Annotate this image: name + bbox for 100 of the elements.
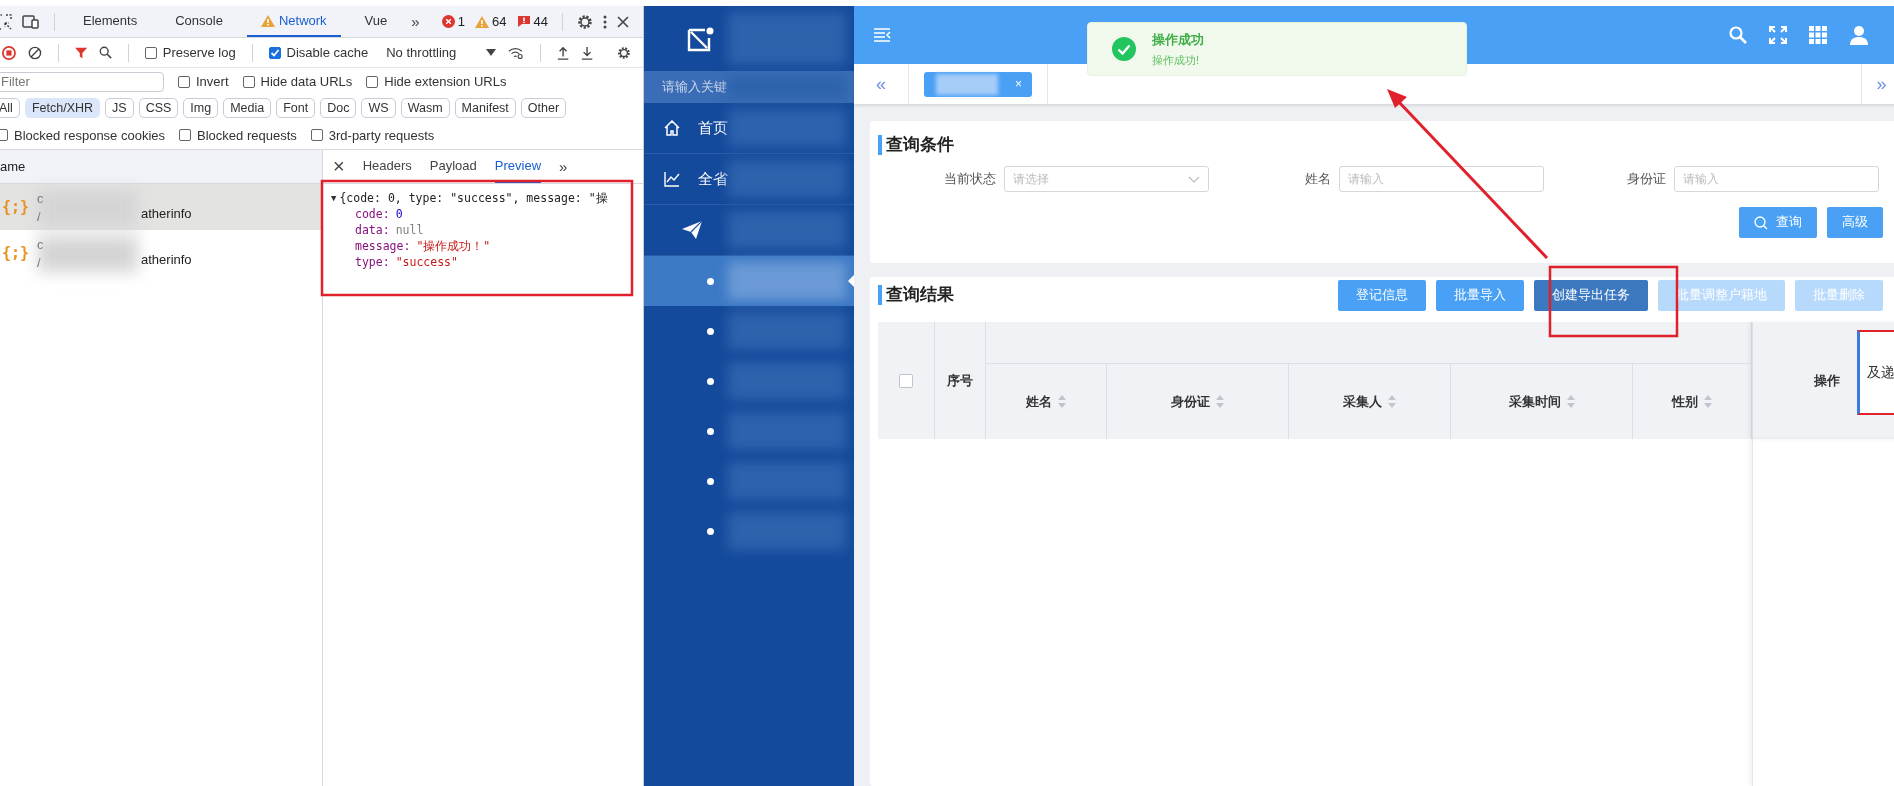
logo-icon xyxy=(687,25,715,52)
expand-toggle[interactable]: ▼ xyxy=(331,190,337,206)
select-all-checkbox[interactable] xyxy=(899,373,913,388)
menu-icon[interactable] xyxy=(874,28,891,42)
json-value: 0 xyxy=(395,206,403,222)
menu-item[interactable]: 首页 xyxy=(644,103,854,154)
settings-icon[interactable] xyxy=(617,44,632,61)
toast-message: 操作成功! xyxy=(1152,52,1201,68)
section-title: 查询结果 xyxy=(878,285,954,305)
type-filter-chip[interactable]: Wasm xyxy=(400,98,450,118)
json-key: message: xyxy=(355,238,411,254)
blocked-checkbox[interactable]: Blocked requests xyxy=(179,127,297,143)
paper-plane-icon xyxy=(682,221,702,239)
submenu-item[interactable] xyxy=(644,256,854,306)
filter-field[interactable]: Filter xyxy=(0,71,164,92)
device-icon[interactable] xyxy=(22,13,40,30)
filter-checkbox[interactable]: Hide data URLs xyxy=(242,74,353,89)
grid-icon[interactable] xyxy=(1809,26,1827,44)
blocked-checkbox[interactable]: Blocked response cookies xyxy=(0,127,166,143)
throttling-dropdown[interactable]: No throttling xyxy=(386,45,497,60)
table-header-cell: 序号 xyxy=(935,322,986,439)
filter-checkbox[interactable]: Hide extension URLs xyxy=(366,74,507,89)
type-filter-chip[interactable]: WS xyxy=(361,98,396,118)
inspect-icon[interactable] xyxy=(0,13,12,30)
download-icon[interactable] xyxy=(581,44,594,61)
column-header[interactable]: 采集人 xyxy=(1289,364,1451,439)
json-key: data: xyxy=(355,222,390,238)
more-tabs-button[interactable]: » xyxy=(559,158,568,175)
close-icon[interactable] xyxy=(617,15,629,28)
column-header[interactable]: 姓名 xyxy=(986,364,1107,439)
detail-tab[interactable]: Payload xyxy=(429,150,477,183)
type-filter-chip[interactable]: Doc xyxy=(320,98,357,118)
check-icon xyxy=(269,47,280,58)
filter-icon[interactable] xyxy=(74,45,87,60)
type-filter-chip[interactable]: Manifest xyxy=(454,98,516,118)
column-header[interactable]: 性别 xyxy=(1633,364,1752,439)
column-header[interactable]: 身份证 xyxy=(1107,364,1289,439)
sort-icon[interactable] xyxy=(1704,395,1712,408)
column-header[interactable]: 采集时间 xyxy=(1451,364,1633,439)
more-tabs-button[interactable]: » xyxy=(411,13,420,30)
type-filter-chip[interactable]: JS xyxy=(105,98,134,118)
search-icon[interactable] xyxy=(98,45,112,60)
name-column-header[interactable]: ame xyxy=(0,150,322,184)
search-icon xyxy=(1754,215,1768,230)
sort-icon[interactable] xyxy=(1058,395,1066,408)
bullet-icon xyxy=(707,377,714,385)
bullet-icon xyxy=(707,427,714,435)
error-count: 1 xyxy=(457,14,466,29)
type-filter-chip[interactable]: Font xyxy=(276,98,316,118)
bullet-icon xyxy=(707,527,714,535)
request-type-icon: {;} xyxy=(2,198,30,216)
menu-item[interactable]: 全省 xyxy=(644,154,854,205)
input-field[interactable]: 请输入 xyxy=(1339,166,1544,192)
sort-icon[interactable] xyxy=(1216,395,1224,408)
menu-search-field[interactable]: 请输入关键 xyxy=(644,71,854,103)
panel-tab[interactable]: Vue xyxy=(350,6,402,37)
blocked-checkbox[interactable]: 3rd-party requests xyxy=(310,127,435,143)
input-field[interactable]: 请输入 xyxy=(1674,166,1879,192)
record-icon[interactable] xyxy=(2,44,16,61)
error-icon xyxy=(441,15,455,28)
settings-icon[interactable] xyxy=(577,13,593,30)
type-filter-chip[interactable]: Img xyxy=(183,98,219,118)
filter-checkbox[interactable]: Invert xyxy=(178,74,229,89)
json-key: type: xyxy=(355,254,390,270)
sort-icon[interactable] xyxy=(1388,395,1396,408)
section-title: 查询条件 xyxy=(878,135,954,155)
json-value: null xyxy=(395,222,424,238)
fullscreen-icon[interactable] xyxy=(1769,26,1787,44)
json-value: "操作成功！" xyxy=(416,238,491,254)
detail-tab[interactable]: Preview xyxy=(494,150,542,183)
home-icon xyxy=(664,120,680,136)
panel-tab[interactable]: Elements xyxy=(69,6,152,37)
close-button[interactable]: × xyxy=(333,155,345,178)
disable-cache-checkbox[interactable]: Disable cache xyxy=(268,45,369,60)
type-filter-chip[interactable]: Media xyxy=(223,98,272,118)
user-icon[interactable] xyxy=(1849,25,1869,45)
request-path: / xyxy=(37,254,42,270)
sort-icon[interactable] xyxy=(1566,395,1575,408)
action-button[interactable]: 创建导出任务 xyxy=(1534,279,1648,311)
request-path: atherinfo xyxy=(141,206,192,221)
request-name: c xyxy=(37,236,44,252)
warning-icon xyxy=(475,15,490,28)
json-summary: {code: 0, type: "success", message: "操 xyxy=(339,190,608,206)
request-path: atherinfo xyxy=(141,252,192,267)
upload-icon[interactable] xyxy=(556,44,569,61)
panel-tab[interactable]: Network xyxy=(246,6,341,37)
clear-icon[interactable] xyxy=(27,44,42,61)
json-key: code: xyxy=(355,206,390,222)
field-label: 姓名 xyxy=(1304,170,1331,188)
panel-tab[interactable]: Console xyxy=(161,6,237,37)
type-filter-chip[interactable]: Other xyxy=(520,98,567,118)
preserve-log-checkbox[interactable]: Preserve log xyxy=(144,45,236,60)
request-name: c xyxy=(37,190,44,206)
detail-tab[interactable]: Headers xyxy=(362,150,412,183)
type-filter-chip[interactable]: Fetch/XHR xyxy=(24,98,101,118)
bullet-icon xyxy=(707,477,714,485)
type-filter-chip[interactable]: CSS xyxy=(138,98,179,118)
network-conditions-icon[interactable] xyxy=(508,45,524,60)
more-menu-icon[interactable] xyxy=(603,14,607,29)
json-value: "success" xyxy=(395,254,458,270)
